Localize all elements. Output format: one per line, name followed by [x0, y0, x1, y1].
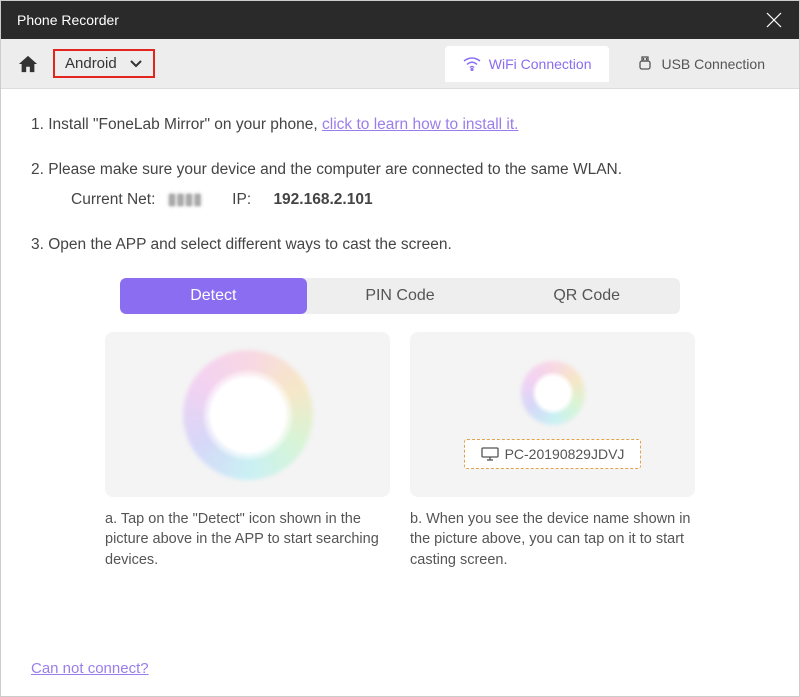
step-1-text: 1. Install "FoneLab Mirror" on your phon…	[31, 116, 322, 133]
illustration-panels: PC-20190829JDVJ	[105, 332, 695, 497]
step-3: 3. Open the APP and select different way…	[31, 233, 769, 256]
device-graphic	[521, 361, 585, 425]
caption-b: b. When you see the device name shown in…	[410, 509, 695, 570]
search-icon	[226, 393, 270, 437]
search-icon-small	[541, 381, 565, 405]
footer: Can not connect?	[1, 652, 799, 696]
ip-value: 192.168.2.101	[273, 191, 372, 208]
panel-device: PC-20190829JDVJ	[410, 332, 695, 497]
wifi-icon	[463, 57, 481, 71]
net-ssid: ▮▮▮▮	[168, 191, 202, 208]
device-name: PC-20190829JDVJ	[505, 446, 625, 462]
app-title: Phone Recorder	[17, 12, 119, 28]
panel-detect	[105, 332, 390, 497]
chevron-down-icon	[129, 59, 143, 69]
ip-label: IP:	[232, 191, 251, 208]
network-info: Current Net: ▮▮▮▮ IP: 192.168.2.101	[71, 188, 769, 211]
home-icon[interactable]	[17, 54, 39, 74]
usb-icon	[637, 56, 653, 72]
captions: a. Tap on the "Detect" icon shown in the…	[105, 509, 695, 570]
step-2-text: 2. Please make sure your device and the …	[31, 158, 769, 181]
step-3-text: 3. Open the APP and select different way…	[31, 233, 769, 256]
detect-graphic	[183, 350, 313, 480]
step-2: 2. Please make sure your device and the …	[31, 158, 769, 211]
cannot-connect-link[interactable]: Can not connect?	[31, 660, 149, 677]
platform-label: Android	[65, 55, 117, 72]
app-window: Phone Recorder Android WiFi Connection	[0, 0, 800, 697]
monitor-icon	[481, 447, 499, 461]
method-qr[interactable]: QR Code	[493, 278, 680, 314]
method-detect[interactable]: Detect	[120, 278, 307, 314]
install-link[interactable]: click to learn how to install it.	[322, 116, 518, 133]
caption-a: a. Tap on the "Detect" icon shown in the…	[105, 509, 390, 570]
toolbar: Android WiFi Connection USB Connection	[1, 39, 799, 89]
tab-wifi-label: WiFi Connection	[489, 56, 592, 72]
connection-tabs: WiFi Connection USB Connection	[445, 46, 783, 82]
net-label: Current Net:	[71, 191, 155, 208]
content: 1. Install "FoneLab Mirror" on your phon…	[1, 89, 799, 652]
titlebar: Phone Recorder	[1, 1, 799, 39]
method-tabs: Detect PIN Code QR Code	[120, 278, 680, 314]
step-1: 1. Install "FoneLab Mirror" on your phon…	[31, 113, 769, 136]
device-name-box[interactable]: PC-20190829JDVJ	[464, 439, 642, 469]
close-icon[interactable]	[765, 11, 783, 29]
platform-dropdown[interactable]: Android	[53, 49, 155, 78]
tab-wifi[interactable]: WiFi Connection	[445, 46, 610, 82]
method-pin[interactable]: PIN Code	[307, 278, 494, 314]
tab-usb-label: USB Connection	[661, 56, 765, 72]
tab-usb[interactable]: USB Connection	[619, 46, 783, 82]
